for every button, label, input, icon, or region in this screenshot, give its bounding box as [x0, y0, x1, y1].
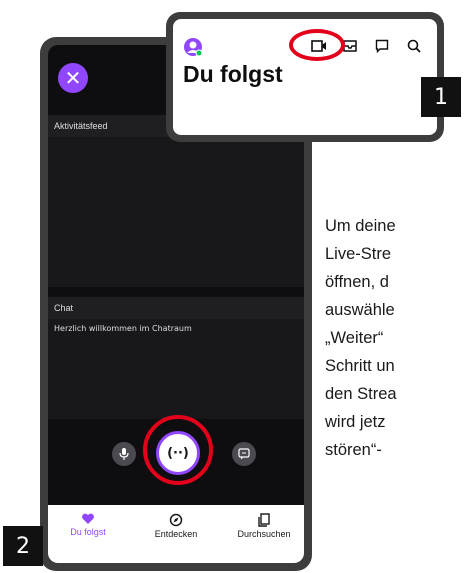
instruction-line: öffnen, d	[325, 273, 389, 291]
instruction-line: Um deine	[325, 217, 396, 235]
step-badge-2: 2	[3, 526, 43, 566]
bottom-navbar: Du folgst Entdecken Durchsuchen	[48, 505, 304, 563]
instruction-line: den Strea	[325, 385, 397, 403]
profile-avatar-icon[interactable]	[183, 37, 203, 57]
instruction-line: „Weiter“	[325, 329, 384, 347]
nav-label-discover: Entdecken	[154, 529, 198, 539]
page-title: Du folgst	[183, 61, 283, 87]
chat-welcome-message: Herzlich willkommen im Chatraum	[54, 324, 192, 333]
nav-label-following: Du folgst	[70, 527, 106, 537]
compass-icon	[169, 513, 183, 527]
step-badge-1: 1	[421, 77, 461, 117]
instruction-line: wird jetz	[325, 413, 386, 431]
chat-toggle-button[interactable]	[232, 442, 256, 466]
microphone-icon	[119, 448, 129, 460]
instruction-line: auswähle	[325, 301, 395, 319]
search-icon[interactable]	[407, 39, 421, 53]
instruction-line: stören“-	[325, 441, 382, 459]
instruction-line: Schritt un	[325, 357, 395, 375]
nav-item-discover[interactable]: Entdecken	[136, 513, 216, 539]
chat-header: Chat	[48, 297, 304, 319]
highlight-ring-go-live	[143, 415, 213, 485]
browse-icon	[258, 513, 270, 527]
inbox-icon[interactable]	[343, 39, 357, 53]
nav-item-following[interactable]: Du folgst	[48, 513, 128, 537]
microphone-button[interactable]	[112, 442, 136, 466]
nav-item-browse[interactable]: Durchsuchen	[224, 513, 304, 539]
chat-bubble-icon	[238, 448, 250, 460]
heart-icon	[82, 513, 94, 524]
instruction-line: Live-Stre	[325, 245, 392, 263]
activity-feed-panel	[48, 137, 304, 287]
whispers-icon[interactable]	[375, 39, 389, 53]
instruction-text: Um deine Live-Stre öffnen, d auswähle „W…	[325, 212, 469, 464]
close-button[interactable]: ✕	[58, 63, 88, 93]
nav-label-browse: Durchsuchen	[237, 529, 291, 539]
chat-panel	[48, 319, 304, 419]
highlight-ring-video-camera	[289, 29, 345, 61]
